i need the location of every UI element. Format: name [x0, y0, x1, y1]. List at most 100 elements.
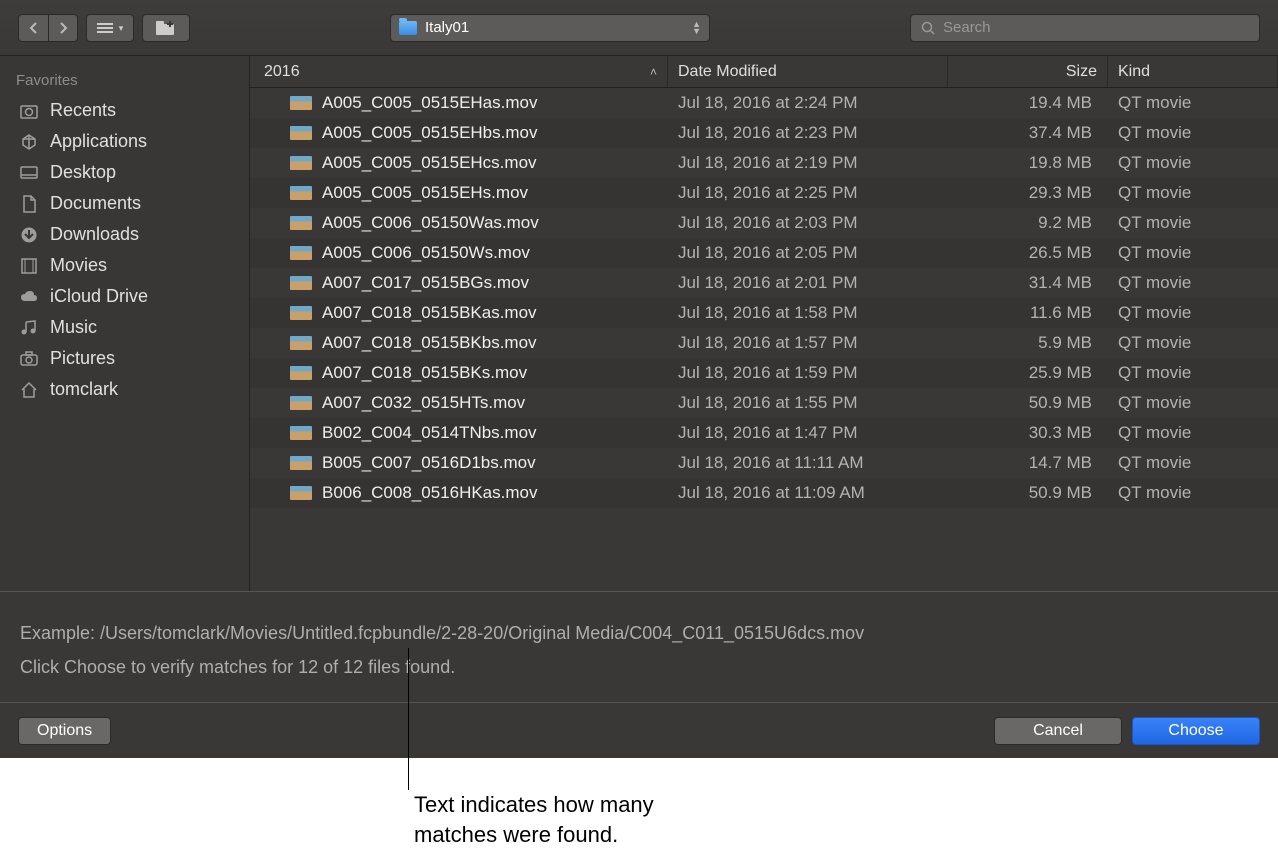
file-kind: QT movie [1108, 123, 1278, 143]
file-row-partial [250, 508, 1278, 524]
file-row[interactable]: A005_C006_05150Was.movJul 18, 2016 at 2:… [250, 208, 1278, 238]
column-size[interactable]: Size [948, 56, 1108, 87]
sidebar-item-label: Pictures [50, 348, 115, 369]
file-kind: QT movie [1108, 183, 1278, 203]
file-kind: QT movie [1108, 93, 1278, 113]
file-kind: QT movie [1108, 423, 1278, 443]
file-name: A005_C005_0515EHs.mov [322, 183, 528, 203]
new-folder-button[interactable] [142, 14, 190, 42]
download-icon [18, 226, 40, 244]
file-date: Jul 18, 2016 at 1:59 PM [668, 363, 948, 383]
file-date: Jul 18, 2016 at 2:19 PM [668, 153, 948, 173]
file-name: A005_C005_0515EHbs.mov [322, 123, 537, 143]
file-size: 19.8 MB [948, 153, 1108, 173]
file-date: Jul 18, 2016 at 1:47 PM [668, 423, 948, 443]
file-size: 5.9 MB [948, 333, 1108, 353]
file-row[interactable]: A005_C006_05150Ws.movJul 18, 2016 at 2:0… [250, 238, 1278, 268]
file-row[interactable]: A007_C018_0515BKbs.movJul 18, 2016 at 1:… [250, 328, 1278, 358]
file-row[interactable]: A007_C018_0515BKas.movJul 18, 2016 at 1:… [250, 298, 1278, 328]
file-name: A007_C032_0515HTs.mov [322, 393, 525, 413]
file-kind: QT movie [1108, 303, 1278, 323]
file-row[interactable]: A005_C005_0515EHs.mov Jul 18, 2016 at 2:2… [250, 178, 1278, 208]
view-mode-button[interactable]: ▾ [86, 14, 134, 42]
sidebar-item-icloud-drive[interactable]: iCloud Drive [0, 281, 249, 312]
movie-thumb-icon [290, 156, 312, 170]
column-name[interactable]: 2016 ˄ [250, 56, 668, 87]
file-date: Jul 18, 2016 at 2:24 PM [668, 93, 948, 113]
file-name: A005_C006_05150Ws.mov [322, 243, 530, 263]
match-status: Click Choose to verify matches for 12 of… [20, 650, 1258, 684]
file-row[interactable]: A005_C005_0515EHcs.mov Jul 18, 2016 at 2:… [250, 148, 1278, 178]
file-row[interactable]: B005_C007_0516D1bs.movJul 18, 2016 at 11… [250, 448, 1278, 478]
file-size: 30.3 MB [948, 423, 1108, 443]
file-row[interactable]: A007_C018_0515BKs.movJul 18, 2016 at 1:5… [250, 358, 1278, 388]
file-kind: QT movie [1108, 213, 1278, 233]
sidebar-item-label: Recents [50, 100, 116, 121]
example-path: Example: /Users/tomclark/Movies/Untitled… [20, 616, 1258, 650]
file-size: 25.9 MB [948, 363, 1108, 383]
file-kind: QT movie [1108, 453, 1278, 473]
nav-back-button[interactable] [18, 14, 48, 42]
file-date: Jul 18, 2016 at 11:09 AM [668, 483, 948, 503]
file-size: 11.6 MB [948, 303, 1108, 323]
sidebar-item-downloads[interactable]: Downloads [0, 219, 249, 250]
nav-forward-button[interactable] [48, 14, 78, 42]
sidebar-item-desktop[interactable]: Desktop [0, 157, 249, 188]
movie-thumb-icon [290, 276, 312, 290]
file-kind: QT movie [1108, 483, 1278, 503]
button-footer: Options Cancel Choose [0, 702, 1278, 758]
cloud-icon [18, 288, 40, 306]
sidebar-item-music[interactable]: Music [0, 312, 249, 343]
file-date: Jul 18, 2016 at 2:25 PM [668, 183, 948, 203]
sidebar-item-documents[interactable]: Documents [0, 188, 249, 219]
file-size: 50.9 MB [948, 393, 1108, 413]
movie-thumb-icon [290, 246, 312, 260]
file-name: A005_C005_0515EHcs.mov [322, 153, 537, 173]
column-date[interactable]: Date Modified [668, 56, 948, 87]
file-date: Jul 18, 2016 at 11:11 AM [668, 453, 948, 473]
callout-text: Text indicates how many matches were fou… [414, 790, 654, 849]
status-footer: Example: /Users/tomclark/Movies/Untitled… [0, 591, 1278, 702]
file-row[interactable]: B002_C004_0514TNbs.movJul 18, 2016 at 1:… [250, 418, 1278, 448]
desktop-icon [18, 164, 40, 182]
file-row[interactable]: B006_C008_0516HKas.movJul 18, 2016 at 11… [250, 478, 1278, 508]
folder-path-select[interactable]: Italy01 ▲▼ [390, 14, 710, 42]
choose-button[interactable]: Choose [1132, 717, 1260, 745]
clock-icon [18, 102, 40, 120]
file-kind: QT movie [1108, 243, 1278, 263]
file-chooser-dialog: ▾ Italy01 ▲▼ Search Favorites RecentsApp… [0, 0, 1278, 758]
file-size: 50.9 MB [948, 483, 1108, 503]
file-row[interactable]: A005_C005_0515EHbs.movJul 18, 2016 at 2:… [250, 118, 1278, 148]
sidebar-item-tomclark[interactable]: tomclark [0, 374, 249, 405]
callout-line [408, 648, 409, 790]
file-name: A007_C018_0515BKas.mov [322, 303, 537, 323]
cancel-button[interactable]: Cancel [994, 717, 1122, 745]
file-date: Jul 18, 2016 at 1:55 PM [668, 393, 948, 413]
sort-asc-icon: ˄ [650, 65, 657, 79]
sidebar-item-pictures[interactable]: Pictures [0, 343, 249, 374]
sidebar-item-label: Movies [50, 255, 107, 276]
file-name: A005_C005_0515EHas.mov [322, 93, 537, 113]
sidebar-item-movies[interactable]: Movies [0, 250, 249, 281]
file-row[interactable]: A007_C017_0515BGs.movJul 18, 2016 at 2:0… [250, 268, 1278, 298]
home-icon [18, 381, 40, 399]
file-kind: QT movie [1108, 153, 1278, 173]
sidebar-item-label: Music [50, 317, 97, 338]
doc-icon [18, 195, 40, 213]
sidebar-item-recents[interactable]: Recents [0, 95, 249, 126]
sidebar-item-applications[interactable]: Applications [0, 126, 249, 157]
options-button[interactable]: Options [18, 717, 111, 745]
movie-thumb-icon [290, 486, 312, 500]
select-updown-icon: ▲▼ [692, 21, 701, 35]
folder-icon [399, 21, 417, 35]
file-list[interactable]: A005_C005_0515EHas.mov Jul 18, 2016 at 2:… [250, 88, 1278, 591]
file-row[interactable]: A005_C005_0515EHas.mov Jul 18, 2016 at 2:… [250, 88, 1278, 118]
file-row[interactable]: A007_C032_0515HTs.mov Jul 18, 2016 at 1:5… [250, 388, 1278, 418]
file-size: 31.4 MB [948, 273, 1108, 293]
sidebar-item-label: iCloud Drive [50, 286, 148, 307]
search-input[interactable]: Search [910, 14, 1260, 42]
movie-thumb-icon [290, 366, 312, 380]
search-placeholder: Search [943, 19, 991, 36]
file-size: 9.2 MB [948, 213, 1108, 233]
column-kind[interactable]: Kind [1108, 56, 1278, 87]
